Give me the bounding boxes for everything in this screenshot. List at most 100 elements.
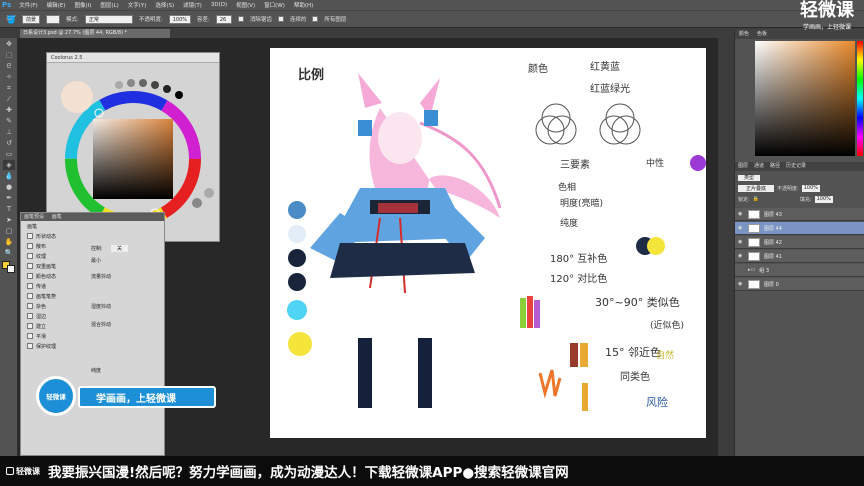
tolerance-label: 容差: <box>197 17 210 23</box>
type-tool-icon[interactable]: T <box>3 204 15 214</box>
note-neutral: 中性 <box>646 159 665 169</box>
menu-item-view[interactable]: 视图(V) <box>236 1 255 9</box>
move-tool-icon[interactable]: ✥ <box>3 39 15 49</box>
menu-item-filter[interactable]: 滤镜(T) <box>183 1 202 9</box>
bucket-tool-icon[interactable]: ◈ <box>3 160 15 170</box>
layer-name: 图层 41 <box>764 253 782 260</box>
layer-row[interactable]: ◉ 图层 42 <box>735 236 864 249</box>
tab-color[interactable]: 颜色 <box>735 29 753 39</box>
shape-tool-icon[interactable]: ▢ <box>3 226 15 236</box>
eye-icon[interactable]: ◉ <box>738 239 744 245</box>
layer-row[interactable]: ◉ 图层 44 <box>735 222 864 235</box>
bucket-tool-icon[interactable]: 🪣 <box>6 15 16 24</box>
badge-brand: 轻微课 <box>46 393 66 401</box>
menu-item-image[interactable]: 图像(I) <box>74 1 91 9</box>
menu-item-window[interactable]: 窗口(W) <box>264 1 285 9</box>
layer-kind-filter[interactable]: 类型 <box>738 175 761 181</box>
layer-row[interactable]: ◉ 图层 43 <box>735 208 864 221</box>
healing-tool-icon[interactable]: ✚ <box>3 105 15 115</box>
purity-label: 纯度 <box>91 368 102 374</box>
badge-circle: 轻微课 <box>36 376 76 416</box>
badge-label-box: 学画画，上轻微课 <box>78 386 216 408</box>
coolorus-title: Coolorus 2.5 <box>47 53 219 63</box>
all-layers-checkbox[interactable] <box>312 16 319 22</box>
eye-icon[interactable]: ◉ <box>738 211 744 217</box>
mode-select[interactable]: 正常 <box>84 14 133 24</box>
menu-item-help[interactable]: 帮助(H) <box>294 1 313 9</box>
tab-layers[interactable]: 图层 <box>735 162 751 171</box>
eyedropper-tool-icon[interactable]: ⁄ <box>3 94 15 104</box>
layer-name: 图层 0 <box>764 281 779 288</box>
menu-item-type[interactable]: 文字(Y) <box>128 1 147 9</box>
brush-option-row[interactable]: 传递 <box>21 281 164 291</box>
brush-tool-icon[interactable]: ✎ <box>3 116 15 126</box>
tab-paths[interactable]: 路径 <box>767 162 783 171</box>
fill-input[interactable]: 100% <box>814 196 833 203</box>
banner-logo: 轻微课 <box>6 466 40 477</box>
crop-tool-icon[interactable]: ⌗ <box>3 83 15 93</box>
stamp-tool-icon[interactable]: ⊥ <box>3 127 15 137</box>
lock-label: 锁定: <box>738 197 750 203</box>
brush-tab[interactable]: 画笔 <box>52 214 62 220</box>
brush-option-row[interactable]: 湿边 <box>21 311 164 321</box>
note-hue: 色相 <box>558 183 577 193</box>
tolerance-input[interactable]: 26 <box>215 14 232 24</box>
menu-item-select[interactable]: 选择(S) <box>155 1 174 9</box>
pen-tool-icon[interactable]: ✒ <box>3 193 15 203</box>
menu-item-file[interactable]: 文件(F) <box>19 1 37 9</box>
layer-row[interactable]: ◉ 图层 0 <box>735 278 864 291</box>
brush-presets-tab[interactable]: 画笔预设 <box>24 214 44 220</box>
fill-source-select[interactable]: 前景 <box>21 14 40 24</box>
brush-option-wet-edges: 湿边 <box>36 313 47 320</box>
eye-icon[interactable]: ◉ <box>738 225 744 231</box>
document-tab[interactable]: 日系设计3.psd @ 27.7% (图层 44, RGB/8) * <box>20 29 170 38</box>
layer-opacity-input[interactable]: 100% <box>801 185 820 192</box>
drawing-canvas[interactable]: 比例 颜色 红黄蓝 红蓝绿光 三要素 色相 明度(亮暗) 纯度 180° 互补色… <box>270 48 706 438</box>
eye-icon[interactable]: ◉ <box>738 253 744 259</box>
lock-icon[interactable]: 🔒 <box>753 196 759 203</box>
layer-row[interactable]: ▸▭ 组 3 <box>735 264 864 277</box>
hand-tool-icon[interactable]: ✋ <box>3 237 15 247</box>
brush-option-row[interactable]: 形状动态 <box>21 231 164 241</box>
tab-swatches[interactable]: 色板 <box>753 29 771 39</box>
dodge-tool-icon[interactable]: ● <box>3 182 15 192</box>
blur-tool-icon[interactable]: 💧 <box>3 171 15 181</box>
contiguous-checkbox[interactable] <box>277 16 284 22</box>
brush-option-row[interactable]: 保护纹理 <box>21 341 164 351</box>
banner-message: 我要振兴国漫!然后呢？努力学画画，成为动漫达人！下载轻微课APP●搜索轻微课官网 <box>48 465 569 481</box>
brush-option-row[interactable]: 画笔笔势 <box>21 291 164 301</box>
antialias-label: 消除锯齿 <box>249 17 272 23</box>
eraser-tool-icon[interactable]: ▭ <box>3 149 15 159</box>
menu-item-edit[interactable]: 编辑(E) <box>47 1 66 9</box>
banner-brand: 轻微课 <box>16 466 40 476</box>
opacity-label: 不透明度: <box>138 17 163 23</box>
menu-item-layer[interactable]: 图层(L) <box>100 1 118 9</box>
history-brush-tool-icon[interactable]: ↺ <box>3 138 15 148</box>
control-select[interactable]: 关 <box>111 245 129 252</box>
blend-mode-select[interactable]: 正片叠底 <box>738 185 775 192</box>
brush-option-row[interactable]: 平滑 <box>21 331 164 341</box>
marquee-tool-icon[interactable]: ⬚ <box>3 50 15 60</box>
magic-wand-tool-icon[interactable]: ✧ <box>3 72 15 82</box>
wetness-jitter-label: 湿度抖动 <box>91 304 112 310</box>
note-example: 比例 <box>298 68 325 83</box>
layer-row[interactable]: ◉ 图层 41 <box>735 250 864 263</box>
hue-slider[interactable] <box>857 41 863 156</box>
layer-name: 图层 43 <box>764 211 782 218</box>
flow-jitter-label: 流量抖动 <box>91 274 112 280</box>
eye-icon[interactable]: ◉ <box>738 281 744 287</box>
background-color-swatch[interactable] <box>7 265 15 273</box>
zoom-tool-icon[interactable]: 🔍 <box>3 248 15 258</box>
antialias-checkbox[interactable] <box>237 16 244 22</box>
path-select-tool-icon[interactable]: ➤ <box>3 215 15 225</box>
layer-thumbnail <box>748 209 760 219</box>
tab-channels[interactable]: 通道 <box>751 162 767 171</box>
color-picker-field[interactable] <box>755 41 855 156</box>
fill-label: 填充: <box>799 197 812 203</box>
bottom-banner: 轻微课 我要振兴国漫!然后呢？努力学画画，成为动漫达人！下载轻微课APP●搜索轻… <box>0 456 864 486</box>
opacity-input[interactable]: 100% <box>168 14 191 24</box>
pattern-picker[interactable] <box>45 14 60 24</box>
lasso-tool-icon[interactable]: ᘓ <box>3 61 15 71</box>
menu-item-3d[interactable]: 3D(D) <box>211 2 227 8</box>
tab-history[interactable]: 历史记录 <box>783 162 809 171</box>
